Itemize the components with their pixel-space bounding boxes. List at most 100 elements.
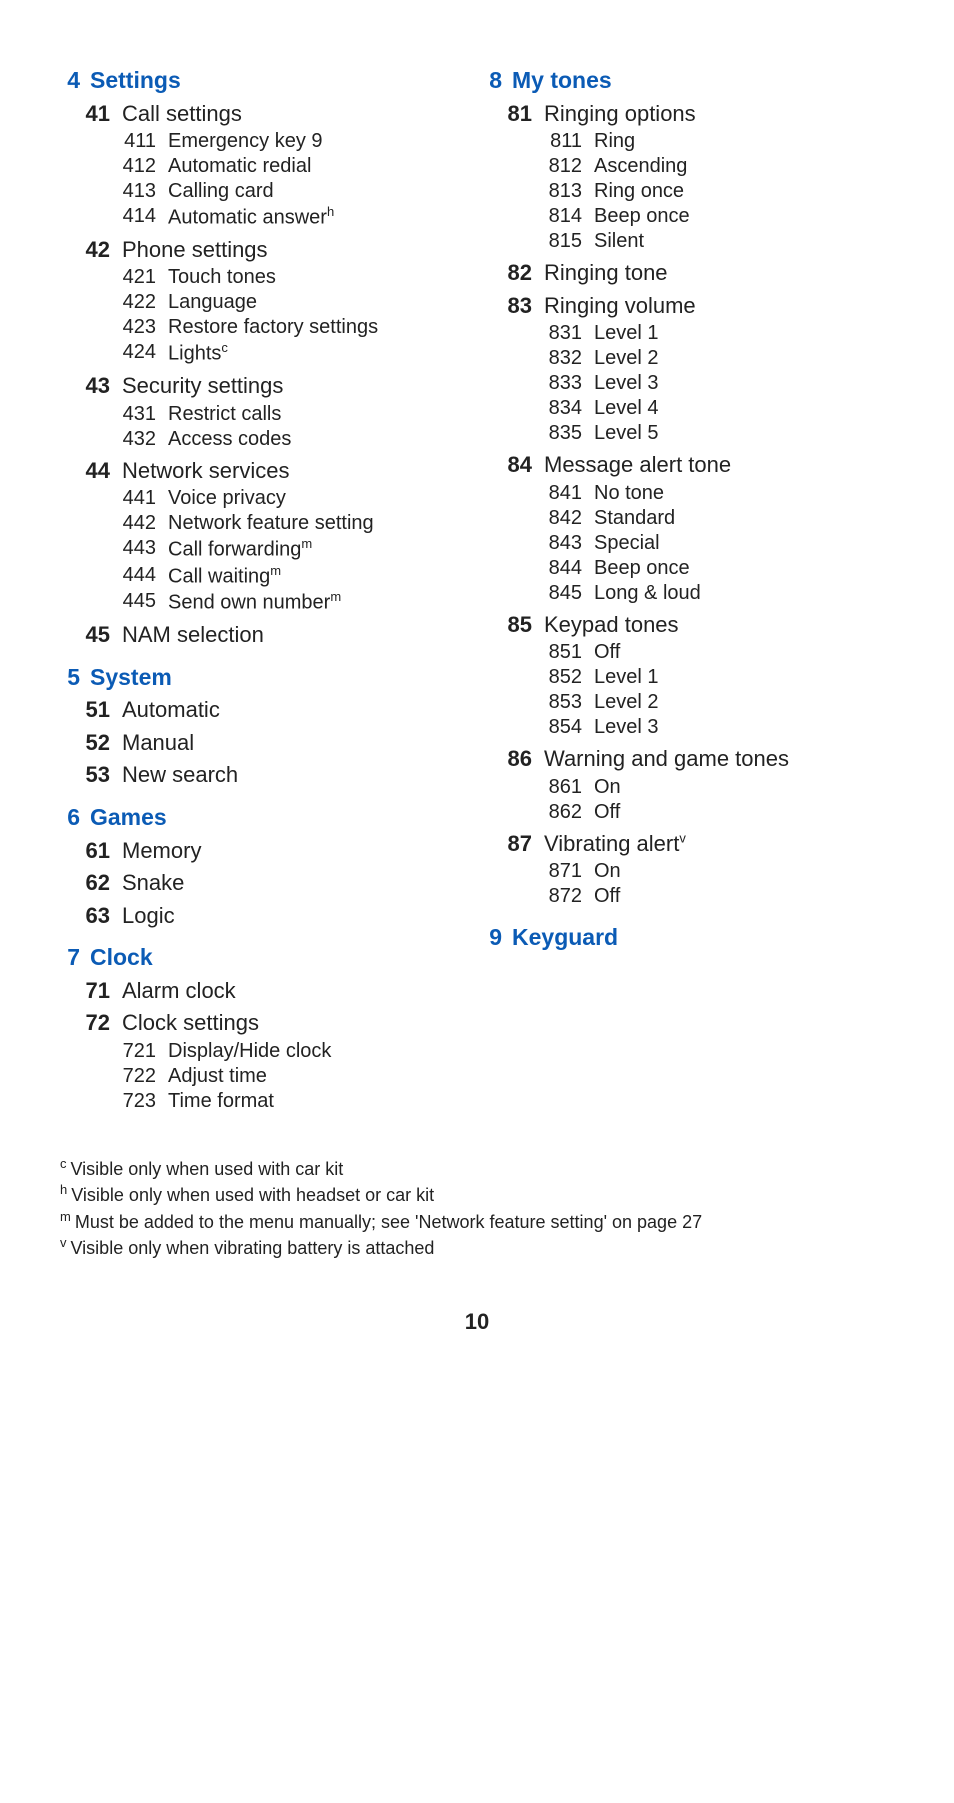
submenu-item-number: 852 xyxy=(482,665,582,690)
menu-item-number: 86 xyxy=(482,745,532,773)
menu-item-number: 63 xyxy=(60,902,110,930)
menu-item-number: 52 xyxy=(60,729,110,757)
submenu-item: 872Off xyxy=(482,884,894,909)
submenu-item: 442Network feature setting xyxy=(60,511,472,536)
footnote-mark: c xyxy=(221,340,228,355)
submenu-item-number: 444 xyxy=(60,563,156,590)
submenu-item: 424Lightsc xyxy=(60,340,472,367)
submenu-item-number: 442 xyxy=(60,511,156,536)
menu-item-number: 51 xyxy=(60,696,110,724)
menu-section: 5 System 51Automatic 52Manual 53New search xyxy=(60,663,472,789)
menu-item: 85Keypad tones xyxy=(482,611,894,639)
submenu-item-number: 423 xyxy=(60,315,156,340)
submenu-item-label: Calling card xyxy=(168,179,274,204)
submenu-item: 812Ascending xyxy=(482,154,894,179)
submenu-item-label: Lightsc xyxy=(168,340,228,367)
menu-item-label: Security settings xyxy=(122,372,283,400)
submenu-item: 853Level 2 xyxy=(482,690,894,715)
section-header: 9Keyguard xyxy=(482,923,894,952)
submenu-item: 814Beep once xyxy=(482,204,894,229)
menu-item-number: 71 xyxy=(60,977,110,1005)
submenu-item-label: Level 5 xyxy=(594,421,659,446)
submenu-item-number: 872 xyxy=(482,884,582,909)
submenu-item: 422Language xyxy=(60,290,472,315)
submenu-item-label: Access codes xyxy=(168,427,291,452)
menu-item-number: 43 xyxy=(60,372,110,400)
menu-item-number: 42 xyxy=(60,236,110,264)
menu-item: 83Ringing volume xyxy=(482,292,894,320)
footnote-mark: h xyxy=(60,1182,67,1197)
submenu-item: 411Emergency key 9 xyxy=(60,129,472,154)
submenu-item-number: 723 xyxy=(60,1089,156,1114)
menu-item-label: Clock settings xyxy=(122,1009,259,1037)
footnote-text: Visible only when vibrating battery is a… xyxy=(71,1238,435,1258)
footnote: cVisible only when used with car kit xyxy=(60,1156,894,1181)
submenu-item-label: Off xyxy=(594,800,620,825)
submenu-item-number: 443 xyxy=(60,536,156,563)
submenu-item: 811Ring xyxy=(482,129,894,154)
submenu-item-label: Ring xyxy=(594,129,635,154)
submenu-item-label: Beep once xyxy=(594,556,690,581)
menu-item: 51Automatic xyxy=(60,696,472,724)
menu-item: 63Logic xyxy=(60,902,472,930)
submenu-item-label: Restore factory settings xyxy=(168,315,378,340)
submenu-item-label: Call forwardingm xyxy=(168,536,312,563)
menu-item-number: 45 xyxy=(60,621,110,649)
submenu-item-label: Special xyxy=(594,531,660,556)
submenu-item-number: 851 xyxy=(482,640,582,665)
footnote-text: Visible only when used with headset or c… xyxy=(71,1185,434,1205)
menu-item-number: 61 xyxy=(60,837,110,865)
menu-section: 6Games61Memory62Snake63Logic xyxy=(60,803,472,929)
footnote: vVisible only when vibrating battery is … xyxy=(60,1235,894,1260)
menu-item: 86Warning and game tones xyxy=(482,745,894,773)
menu-item: 82Ringing tone xyxy=(482,259,894,287)
footnote: h Visible only when used with headset or … xyxy=(60,1182,894,1207)
submenu-item: 845Long & loud xyxy=(482,581,894,606)
footnote-mark: v xyxy=(679,830,686,845)
menu-item: 42Phone settings xyxy=(60,236,472,264)
submenu-item-number: 412 xyxy=(60,154,156,179)
submenu-item-label: Adjust time xyxy=(168,1064,267,1089)
section-title: Keyguard xyxy=(512,923,618,952)
footnote-text: Must be added to the menu manually; see … xyxy=(75,1212,702,1232)
menu-item-label: Alarm clock xyxy=(122,977,236,1005)
submenu-item-number: 841 xyxy=(482,481,582,506)
submenu-item-number: 421 xyxy=(60,265,156,290)
submenu-item-label: Silent xyxy=(594,229,644,254)
submenu-item-label: No tone xyxy=(594,481,664,506)
submenu-item: 843Special xyxy=(482,531,894,556)
footnotes: cVisible only when used with car kith Vis… xyxy=(60,1156,894,1260)
submenu-item: 412Automatic redial xyxy=(60,154,472,179)
menu-item-label: Ringing options xyxy=(544,100,696,128)
menu-item: 43 Security settings xyxy=(60,372,472,400)
submenu-item-label: Automatic answerh xyxy=(168,204,334,231)
menu-item: 52Manual xyxy=(60,729,472,757)
menu-section: 4Settings41Call settings411Emergency key… xyxy=(60,66,472,649)
submenu-item-number: 831 xyxy=(482,321,582,346)
menu-item-label: Vibrating alertv xyxy=(544,830,686,858)
submenu-item-label: On xyxy=(594,859,621,884)
submenu-item-label: Language xyxy=(168,290,257,315)
right-column: 8My tones81Ringing options811Ring812Asce… xyxy=(482,60,894,1128)
menu-item-number: 82 xyxy=(482,259,532,287)
menu-item: 45NAM selection xyxy=(60,621,472,649)
submenu-item: 833Level 3 xyxy=(482,371,894,396)
submenu-item-number: 411 xyxy=(60,129,156,154)
section-title: My tones xyxy=(512,66,612,95)
section-title: System xyxy=(90,663,172,692)
submenu-item-number: 854 xyxy=(482,715,582,740)
section-number: 5 xyxy=(60,663,80,692)
menu-item: 53New search xyxy=(60,761,472,789)
menu-item: 44Network services xyxy=(60,457,472,485)
menu-section: 9Keyguard xyxy=(482,923,894,952)
menu-item-number: 44 xyxy=(60,457,110,485)
submenu-item: 841 No tone xyxy=(482,481,894,506)
submenu-item: 852Level 1 xyxy=(482,665,894,690)
content-columns: 4Settings41Call settings411Emergency key… xyxy=(60,60,894,1128)
menu-item-number: 85 xyxy=(482,611,532,639)
submenu-item: 413Calling card xyxy=(60,179,472,204)
menu-item: 41Call settings xyxy=(60,100,472,128)
submenu-item-label: On xyxy=(594,775,621,800)
submenu-item: 423 Restore factory settings xyxy=(60,315,472,340)
submenu-item: 861On xyxy=(482,775,894,800)
